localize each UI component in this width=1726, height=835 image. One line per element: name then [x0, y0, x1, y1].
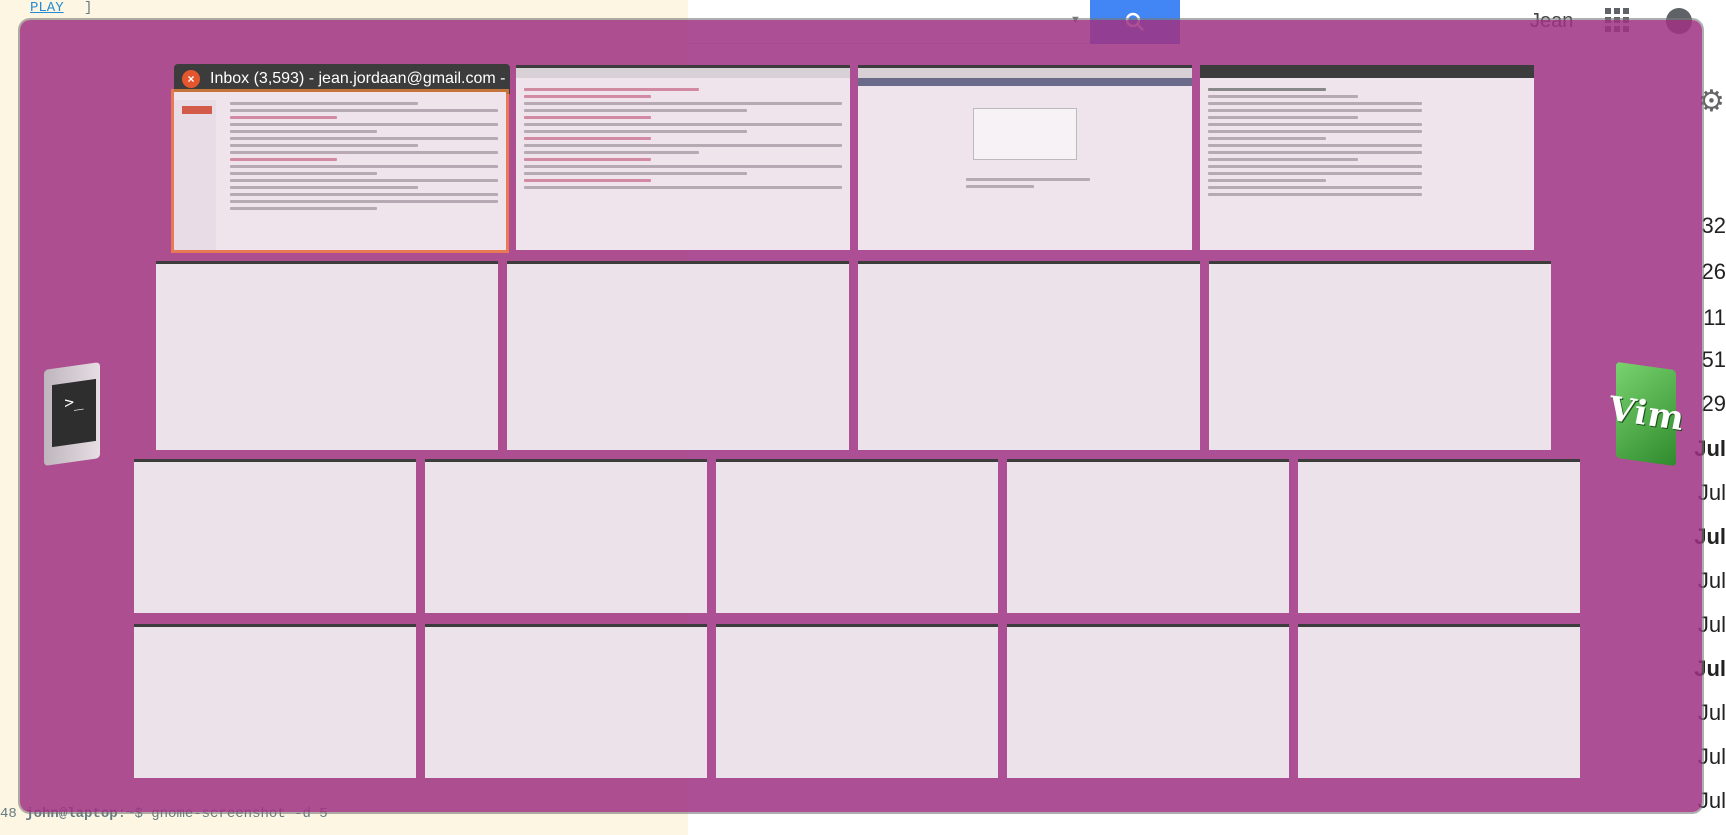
list-item-edge-text: Jul	[1697, 744, 1726, 769]
terminal-app-icon[interactable]: >_	[38, 356, 104, 482]
list-item-edge-text: Jul	[1697, 568, 1726, 593]
terminal-icon: >_	[52, 378, 96, 448]
list-item-edge-text: 51	[1701, 347, 1726, 372]
list-item-edge-text: Jul	[1697, 788, 1726, 813]
list-item-edge-text: 32	[1701, 213, 1726, 238]
vim-app-icon[interactable]: Vim	[1609, 356, 1683, 482]
window-thumbnail[interactable]	[507, 261, 849, 450]
window-thumbnail-gmail[interactable]	[174, 92, 506, 250]
close-window-icon[interactable]: ×	[182, 70, 200, 88]
list-item-edge-text: Jul	[1697, 480, 1726, 505]
settings-gear-icon[interactable]: ⚙	[1698, 84, 1725, 119]
window-thumbnail[interactable]	[425, 624, 707, 778]
window-thumbnail[interactable]	[1209, 261, 1551, 450]
window-thumbnail-article[interactable]	[1200, 65, 1534, 250]
terminal-play-text: PLAY	[30, 0, 64, 16]
terminal-bracket-text: ]	[84, 0, 93, 16]
window-thumbnail[interactable]	[134, 624, 416, 778]
window-thumbnail[interactable]	[858, 261, 1200, 450]
active-window-title-bar[interactable]: × Inbox (3,593) - jean.jordaan@gmail.com…	[174, 64, 510, 94]
window-thumbnail[interactable]	[716, 624, 998, 778]
window-thumbnail[interactable]	[134, 459, 416, 613]
window-thumbnail-search-results[interactable]	[516, 65, 850, 250]
vim-icon: Vim	[1609, 361, 1683, 467]
window-thumbnail[interactable]	[425, 459, 707, 613]
list-item-edge-text: Jul	[1697, 612, 1726, 637]
list-item-edge-text: Jul	[1697, 700, 1726, 725]
window-thumbnail[interactable]	[156, 261, 498, 450]
list-item-edge-text: 29	[1701, 391, 1726, 416]
list-item-edge-text: 26	[1701, 259, 1726, 284]
list-item-edge-text: 11	[1703, 305, 1726, 330]
window-thumbnail[interactable]	[1007, 624, 1289, 778]
window-thumbnail-dialog-page[interactable]	[858, 65, 1192, 250]
window-thumbnail[interactable]	[1298, 459, 1580, 613]
active-window-title: Inbox (3,593) - jean.jordaan@gmail.com -	[210, 70, 506, 87]
window-thumbnail[interactable]	[716, 459, 998, 613]
window-thumbnail[interactable]	[1007, 459, 1289, 613]
window-thumbnail[interactable]	[1298, 624, 1580, 778]
